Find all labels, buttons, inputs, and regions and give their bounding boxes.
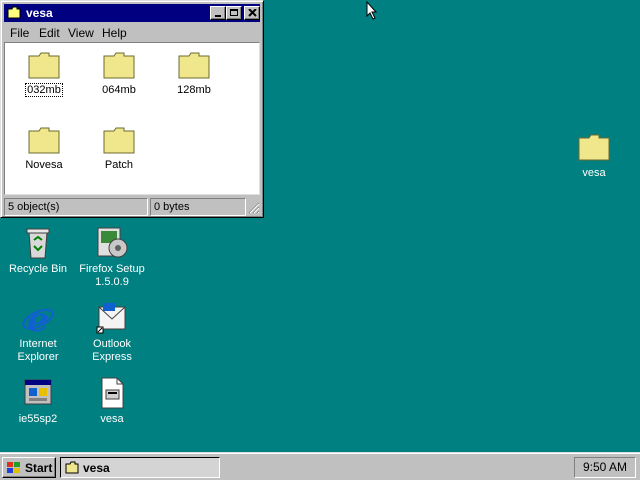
setup-installer-icon [97,227,128,258]
explorer-window[interactable]: vesa File Edit View Help 032mb 064mb 128… [0,0,264,218]
desktop-icon-label: vesa [582,167,606,179]
desktop-icon-outlook-express[interactable]: Outlook Express [74,301,150,364]
minimize-button[interactable] [210,6,226,20]
desktop-icon-label: Internet Explorer [0,338,76,364]
folder-032mb[interactable]: 032mb [9,50,79,97]
taskbar: Start vesa 9:50 AM [0,452,640,480]
start-button[interactable]: Start [2,457,56,478]
setup-program-icon [24,379,52,405]
status-object-count: 5 object(s) [4,198,148,216]
menubar: File Edit View Help [4,23,260,42]
desktop-icon-vesa-folder[interactable]: vesa [556,130,632,180]
folder-icon [65,461,79,474]
folder-icon [178,52,210,79]
desktop-icon-internet-explorer[interactable]: e Internet Explorer [0,301,76,364]
folder-064mb[interactable]: 064mb [84,50,154,96]
folder-label: 032mb [25,83,63,97]
document-icon [101,377,124,409]
desktop-icon-label: ie55sp2 [18,413,58,425]
folder-icon [28,127,60,154]
maximize-button[interactable] [226,6,242,20]
menu-file[interactable]: File [10,26,29,40]
system-tray-clock[interactable]: 9:50 AM [574,457,636,478]
menu-edit[interactable]: Edit [39,26,60,40]
window-title: vesa [26,6,53,20]
folder-label: Novesa [25,159,63,171]
svg-text:e: e [27,301,49,335]
folder-icon [578,134,610,161]
windows-logo-icon [7,462,20,473]
folder-label: Patch [104,159,134,171]
taskbar-button-vesa[interactable]: vesa [60,457,220,478]
status-byte-count: 0 bytes [150,198,246,216]
folder-icon [7,6,21,19]
mouse-pointer-icon [366,1,378,20]
close-icon [248,9,257,17]
desktop-icon-firefox-setup[interactable]: Firefox Setup 1.5.0.9 [74,226,150,289]
window-titlebar[interactable]: vesa [4,4,260,22]
label-line-1: Firefox Setup [79,263,145,275]
folder-128mb[interactable]: 128mb [159,50,229,96]
label-line-1: Internet [19,338,57,350]
taskbar-button-label: vesa [83,461,110,475]
close-button[interactable] [244,6,260,20]
desktop-icon-label: Firefox Setup 1.5.0.9 [74,263,150,289]
folder-icon [28,52,60,79]
start-label: Start [25,461,53,475]
label-line-1: Outlook [93,338,131,350]
resize-grip-icon[interactable] [248,202,260,214]
folder-label: 128mb [177,84,211,96]
folder-novesa[interactable]: Novesa [9,125,79,171]
status-bar: 5 object(s) 0 bytes [4,198,260,216]
label-line-2: 1.5.0.9 [95,276,129,288]
internet-explorer-icon: e [22,301,54,335]
desktop-icon-vesa-file[interactable]: vesa [74,376,150,426]
outlook-express-icon [96,303,126,334]
folder-icon [103,127,135,154]
desktop-icon-label: Recycle Bin [8,263,68,275]
folder-icon [103,52,135,79]
folder-content-area[interactable]: 032mb 064mb 128mb Novesa Patch [4,42,260,195]
menu-help[interactable]: Help [102,26,127,40]
label-line-2: Express [92,351,132,363]
desktop-icon-ie55sp2[interactable]: ie55sp2 [0,376,76,426]
folder-patch[interactable]: Patch [84,125,154,171]
recycle-bin-icon [26,228,50,259]
desktop-icon-label: vesa [100,413,124,425]
menu-view[interactable]: View [68,26,94,40]
desktop-icon-label: Outlook Express [74,338,150,364]
desktop-icon-recycle-bin[interactable]: Recycle Bin [0,226,76,276]
folder-label: 064mb [102,84,136,96]
label-line-2: Explorer [17,351,59,363]
